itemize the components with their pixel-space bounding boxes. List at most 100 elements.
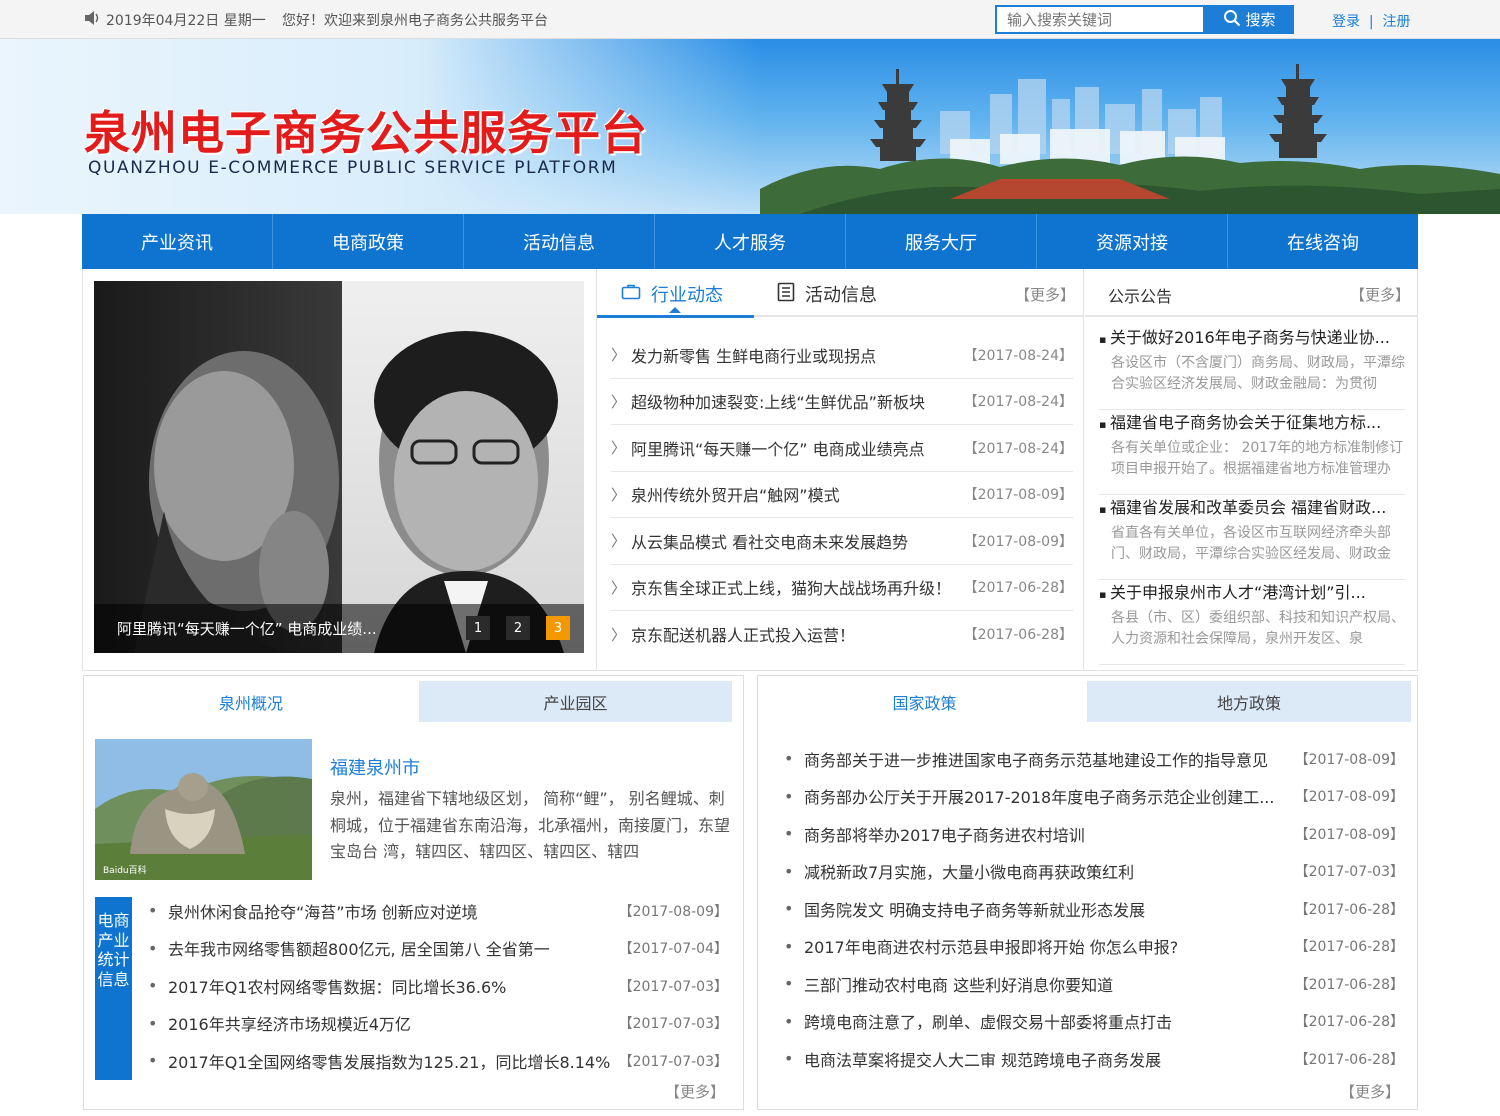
login-link[interactable]: 登录 [1332, 14, 1360, 30]
chevron-right-icon: 〉 [611, 346, 627, 365]
tab-industrial-park[interactable]: 产业园区 [419, 681, 732, 722]
tab-activity-info-label: 活动信息 [805, 285, 877, 306]
search-button-label: 搜索 [1245, 11, 1276, 29]
pagoda-right [1269, 64, 1327, 158]
nav-item-activities[interactable]: 活动信息 [464, 214, 655, 269]
top-bar: 2019年04月22日 星期一 您好！欢迎来到泉州电子商务公共服务平台 搜索 登… [0, 0, 1500, 39]
nav-item-talent[interactable]: 人才服务 [655, 214, 846, 269]
register-link[interactable]: 注册 [1383, 14, 1411, 30]
nav-item-consult[interactable]: 在线咨询 [1228, 214, 1418, 269]
list-item[interactable]: 〉泉州传统外贸开启“触网”模式 【2017-08-09】 [611, 472, 1073, 518]
nav-item-ecommerce-policy[interactable]: 电商政策 [273, 214, 464, 269]
list-item[interactable]: • 减税新政7月实施，大量小微电商再获政策红利 【2017-07-03】 [784, 853, 1404, 891]
news-date: 【2017-08-09】 [963, 487, 1073, 504]
policy-title: 商务部关于进一步推进国家电子商务示范基地建设工作的指导意见 [804, 750, 1269, 770]
nav-item-industry-news[interactable]: 产业资讯 [82, 214, 273, 269]
list-item[interactable]: • 去年我市网络零售额超800亿元, 居全国第八 全省第一 【2017-07-04】 [148, 930, 728, 968]
notice-item-summary: 各有关单位或企业： 2017年的地方标准制修订项目申报开始了。根据福建省地方标准… [1111, 440, 1404, 477]
stat-more-link[interactable]: 【更多】 [665, 1081, 725, 1102]
list-item[interactable]: 〉发力新零售 生鲜电商行业或现拐点 【2017-08-24】 [611, 332, 1073, 379]
search-input[interactable] [997, 7, 1203, 32]
list-item[interactable]: • 2017年Q1全国网络零售发展指数为125.21，同比增长8.14% 【2017… [148, 1042, 728, 1080]
slide-pager: 1 2 3 [454, 616, 570, 640]
policy-title: 商务部将举办2017电子商务进农村培训 [804, 825, 1085, 845]
list-item[interactable]: • 泉州休闲食品抢夺“海苔”市场 创新应对逆境 【2017-08-09】 [148, 892, 728, 930]
notice-item-title[interactable]: 关于申报泉州市人才“港湾计划”引... [1099, 580, 1405, 605]
nav-item-resources[interactable]: 资源对接 [1037, 214, 1228, 269]
policy-title: 2017年电商进农村示范县申报即将开始 你怎么申报? [804, 938, 1179, 958]
stat-title: 去年我市网络零售额超800亿元, 居全国第八 全省第一 [168, 940, 550, 960]
city-title[interactable]: 福建泉州市 [330, 754, 420, 780]
list-item[interactable]: • 商务部关于进一步推进国家电子商务示范基地建设工作的指导意见 【2017-08-0… [784, 740, 1404, 778]
nav-item-service-hall[interactable]: 服务大厅 [846, 214, 1037, 269]
image-slider[interactable]: 阿里腾讯“每天赚一个亿” 电商成业绩... 1 2 3 [94, 281, 584, 653]
list-item[interactable]: • 三部门推动农村电商 这些利好消息你要知道 【2017-06-28】 [784, 965, 1404, 1003]
list-item[interactable]: • 商务部将举办2017电子商务进农村培训 【2017-08-09】 [784, 815, 1404, 853]
news-more-link[interactable]: 【更多】 [1015, 284, 1075, 305]
site-title: 泉州电子商务公共服务平台 [84, 106, 648, 160]
notice-title[interactable]: 公示公告 [1108, 283, 1172, 307]
briefcase-icon [621, 283, 641, 306]
tab-industry-news-label: 行业动态 [651, 285, 723, 306]
news-title: 阿里腾讯“每天赚一个亿” 电商成业绩亮点 [631, 439, 925, 459]
stat-title: 2016年共享经济市场规模近4万亿 [168, 1015, 411, 1035]
image-watermark: Baidu百科 [103, 866, 147, 876]
list-item[interactable]: 〉从云集品模式 看社交电商未来发展趋势 【2017-08-09】 [611, 518, 1073, 565]
city-photo[interactable]: Baidu百科 [95, 739, 312, 880]
list-item[interactable]: • 2017年电商进农村示范县申报即将开始 你怎么申报? 【2017-06-28】 [784, 928, 1404, 966]
list-item[interactable]: • 国务院发文 明确支持电子商务等新就业形态发展 【2017-06-28】 [784, 890, 1404, 928]
list-item[interactable]: • 2016年共享经济市场规模近4万亿 【2017-07-03】 [148, 1005, 728, 1043]
list-item[interactable]: • 跨境电商注意了，刷单、虚假交易十部委将重点打击 【2017-06-28】 [784, 1003, 1404, 1041]
list-item: 福建省电子商务协会关于征集地方标... 各有关单位或企业： 2017年的地方标准… [1099, 410, 1405, 495]
list-item[interactable]: 〉阿里腾讯“每天赚一个亿” 电商成业绩亮点 【2017-08-24】 [611, 425, 1073, 472]
slide-page-3[interactable]: 3 [546, 616, 570, 640]
site-subtitle: QUANZHOU E-COMMERCE PUBLIC SERVICE PLATF… [88, 158, 618, 178]
policy-date: 【2017-06-28】 [1294, 976, 1404, 993]
slide-page-1[interactable]: 1 [466, 616, 490, 640]
slide-page-2[interactable]: 2 [506, 616, 530, 640]
active-tab-caret [669, 307, 681, 313]
bullet-icon: • [148, 1013, 158, 1033]
list-item: 关于申报泉州市人才“港湾计划”引... 各县（市、区）委组织部、科技和知识产权局… [1099, 580, 1405, 665]
list-item[interactable]: • 商务部办公厅关于开展2017-2018年度电子商务示范企业创建工... 【201… [784, 778, 1404, 816]
list-item[interactable]: 〉超级物种加速裂变:上线“生鲜优品”新板块 【2017-08-24】 [611, 379, 1073, 425]
bullet-icon: • [148, 976, 158, 996]
policy-title: 三部门推动农村电商 这些利好消息你要知道 [804, 975, 1114, 995]
tab-activity-info[interactable]: 活动信息 [777, 281, 877, 307]
policy-date: 【2017-08-09】 [1294, 789, 1404, 806]
bullet-icon: • [784, 786, 794, 806]
news-title: 从云集品模式 看社交电商未来发展趋势 [631, 532, 909, 552]
news-date: 【2017-08-24】 [963, 440, 1073, 457]
stat-title: 2017年Q1全国网络零售发展指数为125.21，同比增长8.14% [168, 1052, 611, 1072]
slide-caption[interactable]: 阿里腾讯“每天赚一个亿” 电商成业绩... [117, 618, 377, 639]
speaker-icon [84, 10, 102, 30]
notice-item-title[interactable]: 福建省发展和改革委员会 福建省财政... [1099, 495, 1405, 520]
tab-industry-news[interactable]: 行业动态 [621, 281, 723, 307]
list-item[interactable]: • 2017年Q1农村网络零售数据：同比增长36.6% 【2017-07-03】 [148, 967, 728, 1005]
stat-date: 【2017-07-03】 [618, 1053, 728, 1070]
list-item: 关于做好2016年电子商务与快递业协... 各设区市（不含厦门）商务局、财政局，… [1099, 325, 1405, 410]
tab-national-policy[interactable]: 国家政策 [762, 681, 1087, 722]
bullet-icon: • [784, 749, 794, 769]
policy-date: 【2017-06-28】 [1294, 939, 1404, 956]
news-title: 京东售全球正式上线，猫狗大战战场再升级！ [631, 579, 952, 599]
chevron-right-icon: 〉 [611, 578, 627, 597]
bullet-icon: • [784, 974, 794, 994]
notice-more-link[interactable]: 【更多】 [1350, 284, 1410, 305]
news-date: 【2017-08-09】 [963, 533, 1073, 550]
list-item[interactable]: 〉京东配送机器人正式投入运营！ 【2017-06-28】 [611, 611, 1073, 658]
search-button[interactable]: 搜索 [1205, 5, 1294, 34]
stat-date: 【2017-07-03】 [618, 978, 728, 995]
tab-local-policy[interactable]: 地方政策 [1087, 681, 1411, 722]
tab-quanzhou-overview[interactable]: 泉州概况 [88, 681, 414, 722]
list-item[interactable]: 〉京东售全球正式上线，猫狗大战战场再升级！ 【2017-06-28】 [611, 565, 1073, 611]
news-title: 发力新零售 生鲜电商行业或现拐点 [631, 346, 877, 366]
date-text: 2019年04月22日 星期一 [106, 13, 266, 29]
notice-item-title[interactable]: 福建省电子商务协会关于征集地方标... [1099, 410, 1405, 435]
chevron-right-icon: 〉 [611, 392, 627, 411]
list-doc-icon [777, 282, 795, 307]
stat-date: 【2017-08-09】 [618, 903, 728, 920]
policy-more-link[interactable]: 【更多】 [1340, 1081, 1400, 1102]
notice-item-title[interactable]: 关于做好2016年电子商务与快递业协... [1099, 325, 1405, 350]
list-item[interactable]: • 电商法草案将提交人大二审 规范跨境电子商务发展 【2017-06-28】 [784, 1040, 1404, 1078]
